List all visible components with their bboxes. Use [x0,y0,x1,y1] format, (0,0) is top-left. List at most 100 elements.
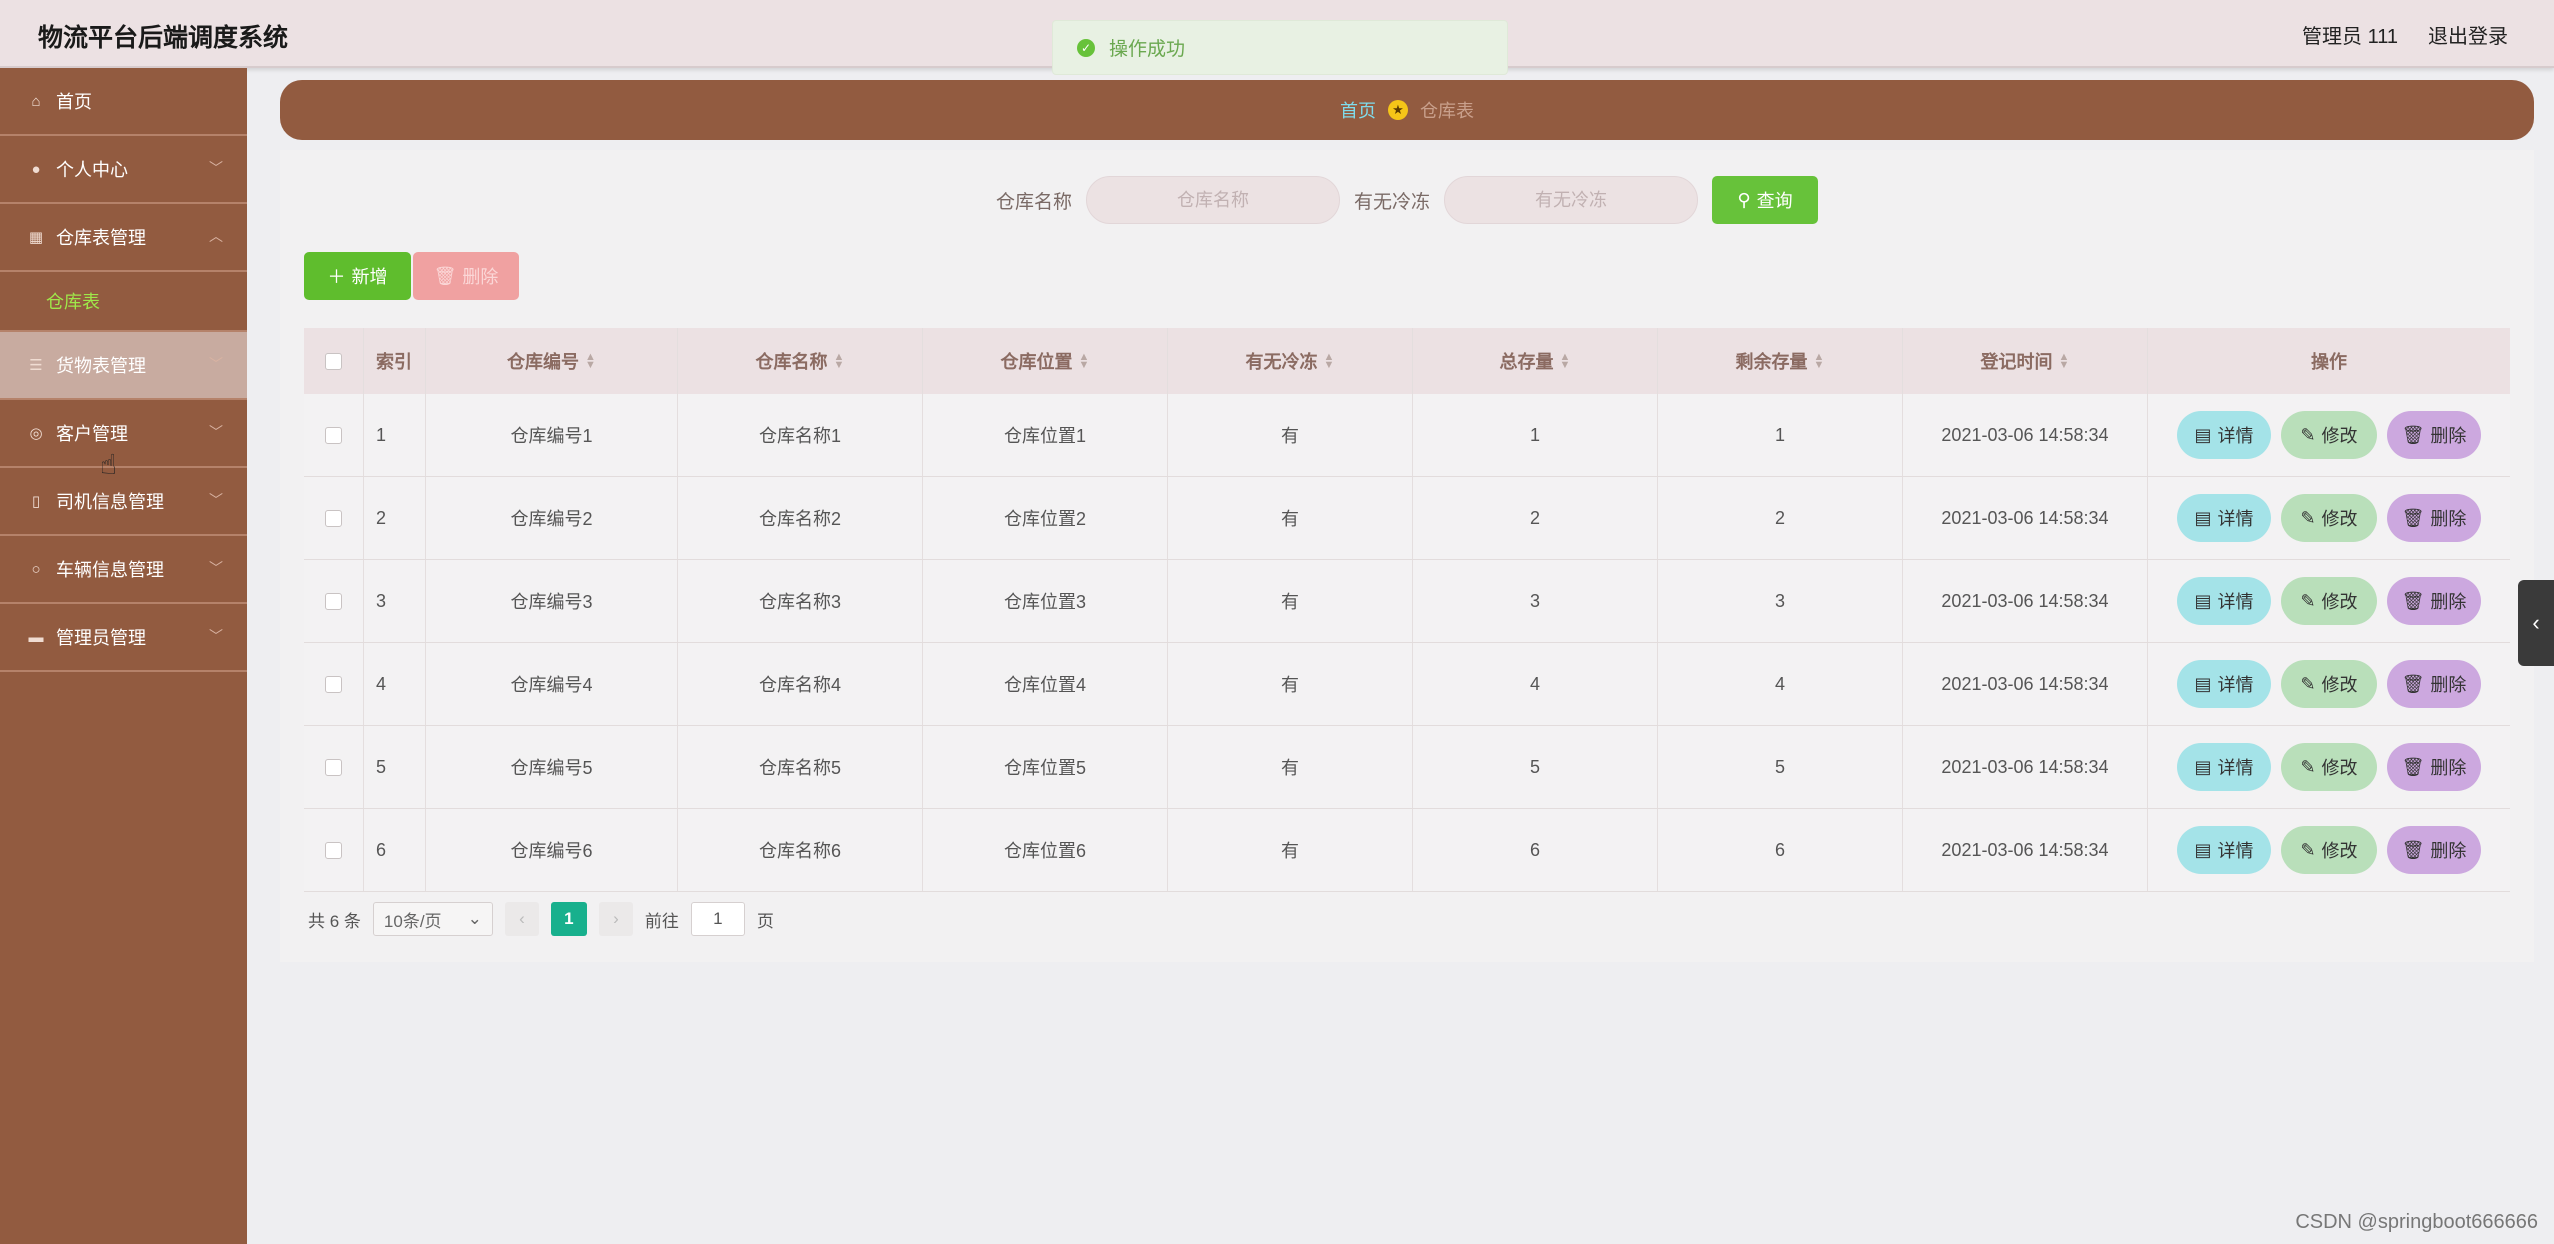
row-checkbox[interactable] [325,592,342,610]
batch-delete-button[interactable]: 🗑 删除 [413,252,519,300]
sort-icon[interactable]: ▲ ▼ [834,352,845,371]
warehouse-name-label: 仓库名称 [995,191,1072,213]
cell-value: 仓库名称3 [758,592,841,612]
document-icon: ▤ [2194,424,2212,445]
row-actions: ▤ 详情 ✎ 修改 🗑 删除 [2148,726,2510,808]
delete-label: 删除 [2430,675,2467,695]
table-row: 4 仓库编号4 仓库名称4 仓库位置4 有 4 4 2021-03-06 14:58:34 ▤ 详… [304,643,2510,726]
next-page-button[interactable]: › [598,902,633,936]
cell-value: 2021-03-06 14:58:34 [1941,590,2109,611]
edit-label: 修改 [2321,675,2358,695]
sidebar-item-label: 仓库表管理 [56,228,146,248]
sidebar-item-vehicles[interactable]: ○ 车辆信息管理 ﹀ [0,536,247,604]
row-checkbox[interactable] [325,509,342,527]
add-button[interactable]: ＋ 新增 [304,252,411,300]
cell-total: 4 [1413,643,1658,725]
sidebar-item-home[interactable]: ⌂ 首页 [0,68,247,136]
row-actions: ▤ 详情 ✎ 修改 🗑 删除 [2148,394,2510,476]
trash-icon: 🗑 [2401,590,2425,611]
submenu-item-warehouse-table[interactable]: 仓库表 [0,272,247,332]
cell-value: 仓库编号2 [510,509,593,529]
delete-button[interactable]: 🗑 删除 [2387,743,2481,791]
prev-page-button[interactable]: ‹ [504,902,539,936]
row-actions: ▤ 详情 ✎ 修改 🗑 删除 [2148,560,2510,642]
logout-link[interactable]: 退出登录 [2428,20,2508,49]
sidebar-item-profile[interactable]: ● 个人中心 ﹀ [0,136,247,204]
table-body: 1 仓库编号1 仓库名称1 仓库位置1 有 1 1 2021-03-06 14:58:34 ▤ 详… [304,394,2510,892]
cell-index: 1 [364,394,426,476]
cell-cold: 有 [1168,643,1413,725]
edit-button[interactable]: ✎ 修改 [2281,660,2377,708]
row-actions: ▤ 详情 ✎ 修改 🗑 删除 [2148,809,2510,891]
detail-button[interactable]: ▤ 详情 [2177,494,2271,542]
row-checkbox[interactable] [325,841,342,859]
row-checkbox[interactable] [325,426,342,444]
sort-icon[interactable]: ▲ ▼ [1814,352,1825,371]
select-all-checkbox[interactable] [325,352,342,370]
delete-button[interactable]: 🗑 删除 [2387,494,2481,542]
cell-value: 2 [376,507,387,528]
cell-value: 仓库名称5 [758,758,841,778]
edit-button[interactable]: ✎ 修改 [2281,494,2377,542]
header-total[interactable]: 总存量 ▲ ▼ [1413,328,1658,394]
collapse-panel-button[interactable]: ‹ [2518,580,2554,666]
row-checkbox[interactable] [325,675,342,693]
detail-button[interactable]: ▤ 详情 [2177,411,2271,459]
cell-value: 仓库编号3 [510,592,593,612]
delete-button[interactable]: 🗑 删除 [2387,660,2481,708]
edit-button[interactable]: ✎ 修改 [2281,577,2377,625]
cell-location: 仓库位置6 [923,809,1168,891]
header-name[interactable]: 仓库名称 ▲ ▼ [678,328,923,394]
toast-message: 操作成功 [1109,39,1186,60]
header-label: 索引 [376,352,412,372]
header-label: 操作 [2311,352,2347,372]
header-code[interactable]: 仓库编号 ▲ ▼ [426,328,678,394]
trash-icon: 🗑 [2401,756,2425,777]
sidebar-item-goods[interactable]: ☰ 货物表管理 ﹀ [0,332,247,400]
breadcrumb-home[interactable]: 首页 [1340,97,1376,123]
cell-index: 6 [364,809,426,891]
main-panel: 仓库名称 仓库名称 有无冷冻 有无冷冻 ⚲ 查询 ＋ 新增 🗑 删除 索引 仓库… [280,150,2534,962]
delete-button[interactable]: 🗑 删除 [2387,826,2481,874]
cell-value: 3 [1774,590,1785,611]
detail-button[interactable]: ▤ 详情 [2177,826,2271,874]
sort-icon[interactable]: ▲ ▼ [1324,352,1335,371]
delete-button[interactable]: 🗑 删除 [2387,411,2481,459]
sort-icon[interactable]: ▲ ▼ [1079,352,1090,371]
edit-button[interactable]: ✎ 修改 [2281,826,2377,874]
header-cold[interactable]: 有无冷冻 ▲ ▼ [1168,328,1413,394]
page-size-select[interactable]: 10条/页 ⌄ [372,902,493,936]
sidebar-item-customers[interactable]: ◎ 客户管理 ﹀ [0,400,247,468]
row-checkbox[interactable] [325,758,342,776]
cold-storage-input[interactable]: 有无冷冻 [1444,176,1699,224]
page-number-current[interactable]: 1 [550,902,587,936]
query-button[interactable]: ⚲ 查询 [1712,176,1819,224]
user-icon: ● [31,160,41,178]
header-remaining[interactable]: 剩余存量 ▲ ▼ [1658,328,1903,394]
sidebar-item-label: 客户管理 [56,424,128,444]
header-time[interactable]: 登记时间 ▲ ▼ [1903,328,2148,394]
cell-total: 3 [1413,560,1658,642]
detail-button[interactable]: ▤ 详情 [2177,577,2271,625]
cell-value: 仓库位置2 [1003,509,1086,529]
cell-value: 3 [1529,590,1540,611]
goto-page-input[interactable]: 1 [690,902,745,936]
sort-icon[interactable]: ▲ ▼ [1560,352,1571,371]
sidebar-item-admins[interactable]: ▬ 管理员管理 ﹀ [0,604,247,672]
edit-label: 修改 [2321,426,2358,446]
warehouse-name-input[interactable]: 仓库名称 [1086,176,1340,224]
detail-button[interactable]: ▤ 详情 [2177,743,2271,791]
header-location[interactable]: 仓库位置 ▲ ▼ [923,328,1168,394]
chevron-down-icon: ⌄ [467,909,482,928]
delete-button[interactable]: 🗑 删除 [2387,577,2481,625]
cell-code: 仓库编号5 [426,726,678,808]
sidebar-item-warehouse[interactable]: ▦ 仓库表管理 ︿ [0,204,247,272]
edit-button[interactable]: ✎ 修改 [2281,411,2377,459]
goto-suffix: 页 [756,911,774,931]
sidebar-item-drivers[interactable]: ▯ 司机信息管理 ﹀ [0,468,247,536]
detail-button[interactable]: ▤ 详情 [2177,660,2271,708]
sort-icon[interactable]: ▲ ▼ [2059,352,2070,371]
cell-code: 仓库编号3 [426,560,678,642]
sort-icon[interactable]: ▲ ▼ [585,352,596,371]
edit-button[interactable]: ✎ 修改 [2281,743,2377,791]
